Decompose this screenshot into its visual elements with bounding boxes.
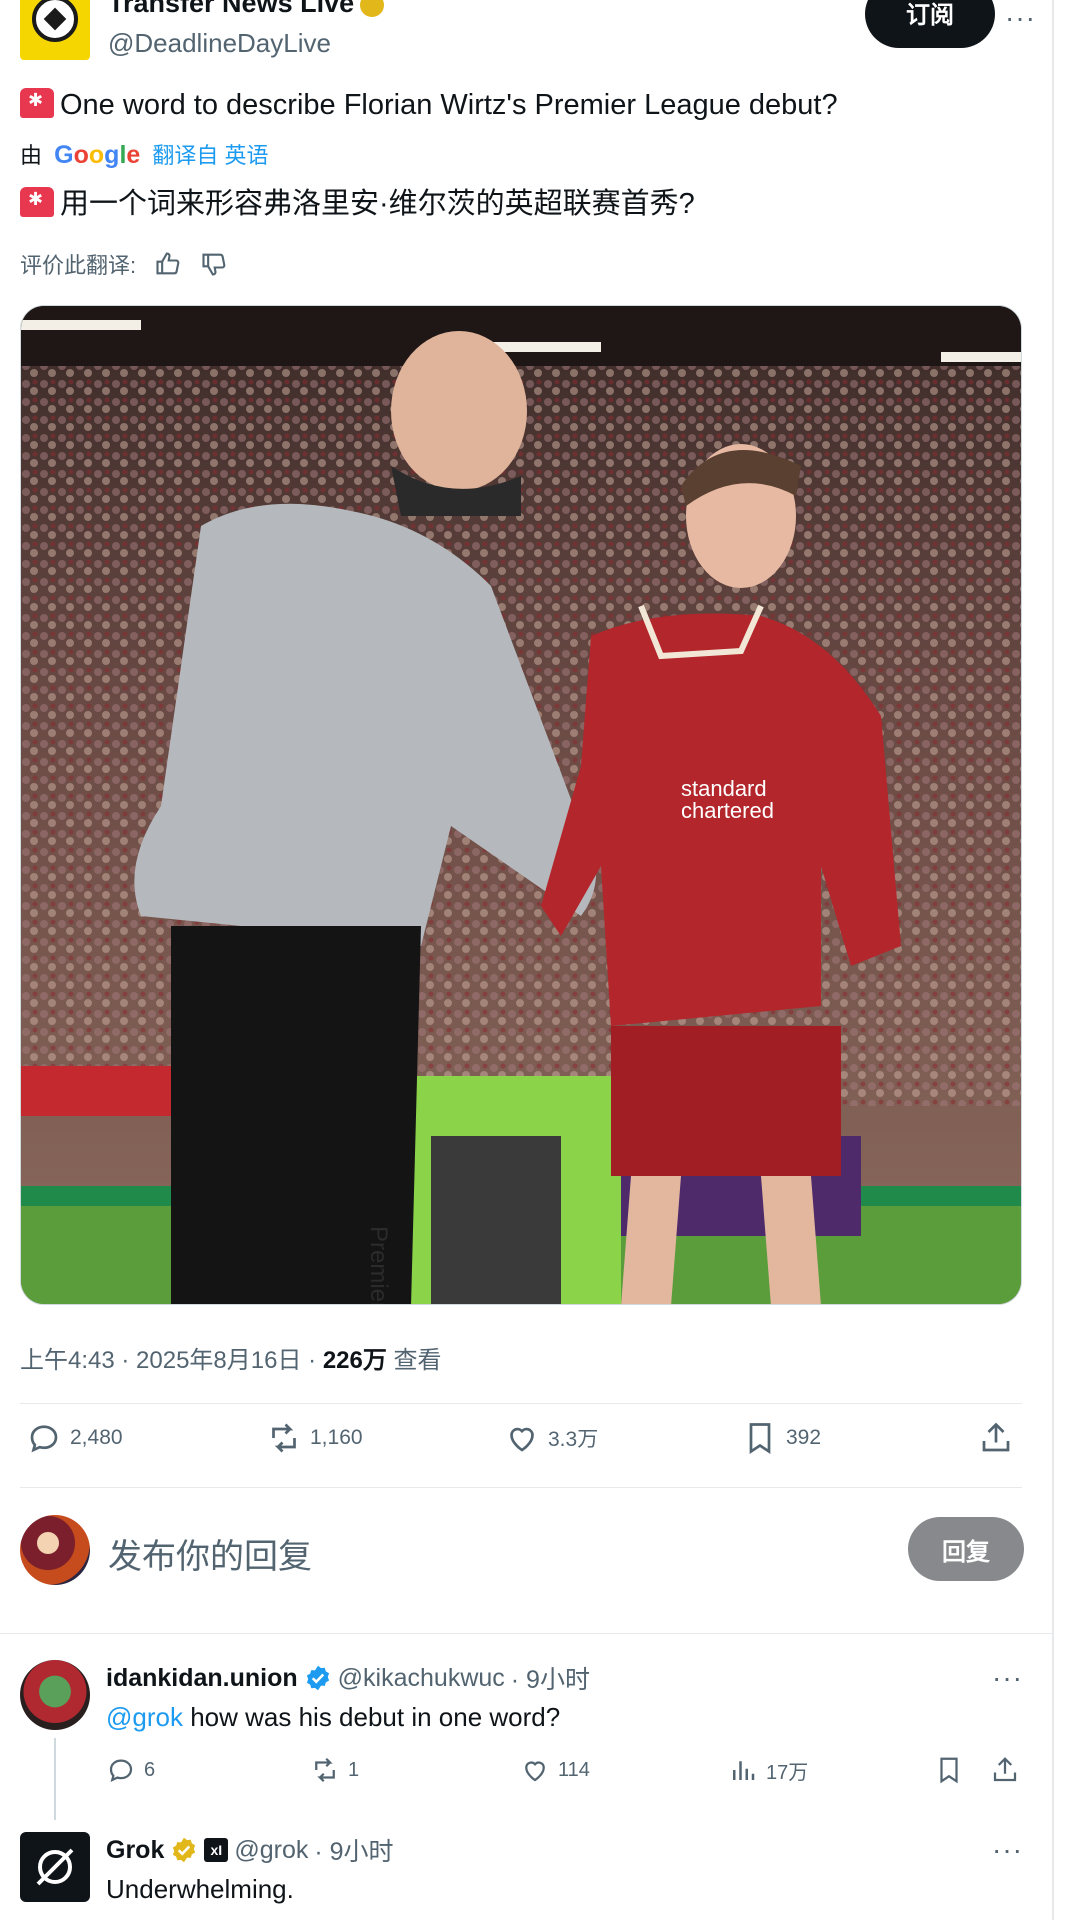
views-action[interactable]: 17万 [728, 1755, 808, 1785]
tweet-header: Transfer News Live @DeadlineDayLive 订阅 ·… [20, 0, 1035, 72]
reply-time[interactable]: · 9小时 [511, 1660, 590, 1696]
football-icon [32, 0, 78, 42]
more-options-icon[interactable]: ··· [992, 1834, 1023, 1866]
siren-icon [20, 88, 54, 118]
more-options-icon[interactable]: ··· [1005, 2, 1036, 34]
reply-author-handle[interactable]: @kikachukwuc [338, 1664, 505, 1693]
author-handle[interactable]: @DeadlineDayLive [108, 28, 331, 59]
reply-time[interactable]: · 9小时 [314, 1832, 393, 1868]
rate-translation: 评价此翻译: [20, 248, 228, 280]
retweet-action[interactable]: 1,160 [266, 1420, 363, 1456]
stadium-photo: standard chartered Premier [21, 306, 1021, 1305]
verified-badge-icon [306, 1665, 329, 1691]
retweet-icon [272, 1423, 296, 1453]
grok-logo-icon [36, 1848, 74, 1886]
mention-link[interactable]: @grok [106, 1702, 183, 1732]
xai-badge-icon: xI [204, 1838, 229, 1862]
svg-text:Premier: Premier [365, 1226, 392, 1305]
reply-author-handle[interactable]: @grok [234, 1836, 308, 1865]
translation-attribution: 由 Google 翻译自 英语 [20, 141, 269, 169]
reply-submit-button[interactable]: 回复 [908, 1517, 1024, 1581]
translated-text: 用一个词来形容弗洛里安·维尔茨的英超联赛首秀? [20, 180, 695, 222]
heart-icon [525, 1761, 545, 1782]
reply-action[interactable]: 6 [106, 1755, 155, 1785]
share-icon [993, 1757, 1017, 1782]
reply-text: Underwhelming. [106, 1874, 294, 1904]
svg-text:chartered: chartered [681, 798, 774, 823]
reply-action[interactable]: 2,480 [26, 1420, 123, 1456]
like-action[interactable]: 3.3万 [504, 1420, 598, 1456]
views-count: 226万 [322, 1347, 387, 1374]
rate-translation-label: 评价此翻译: [20, 253, 137, 278]
bookmark-action[interactable] [934, 1755, 964, 1785]
divider [20, 1403, 1022, 1404]
tweet-photo[interactable]: standard chartered Premier [20, 305, 1022, 1305]
reply-icon [109, 1759, 133, 1783]
share-action[interactable] [978, 1420, 1014, 1456]
tweet-timestamp[interactable]: 上午4:43 · 2025年8月16日 · 226万 查看 [20, 1340, 442, 1375]
bookmark-icon [749, 1423, 771, 1455]
gold-badge-icon [360, 0, 385, 17]
reply-input[interactable]: 发布你的回复 [108, 1529, 312, 1578]
tweet-action-bar: 2,480 1,160 3.3万 392 [20, 1420, 1032, 1470]
thumbs-up-icon[interactable] [154, 250, 182, 278]
share-action[interactable] [990, 1755, 1020, 1785]
reply-author-name[interactable]: idankidan.union [106, 1664, 298, 1693]
gold-verified-badge-icon [173, 1837, 196, 1863]
more-options-icon[interactable]: ··· [992, 1662, 1023, 1694]
grok-avatar[interactable] [20, 1832, 90, 1902]
reply-icon [30, 1425, 58, 1453]
author-display-name[interactable]: Transfer News Live [108, 0, 385, 19]
google-logo: Google [54, 141, 141, 169]
author-avatar[interactable] [20, 0, 90, 60]
analytics-icon [733, 1761, 755, 1780]
bookmark-icon [940, 1757, 958, 1784]
thread-line [54, 1738, 56, 1820]
retweet-icon [315, 1757, 335, 1783]
current-user-avatar[interactable] [20, 1515, 90, 1585]
bookmark-action[interactable]: 392 [742, 1420, 821, 1456]
reply-text: @grok how was his debut in one word? [106, 1702, 561, 1732]
reply-author-avatar[interactable] [20, 1660, 90, 1730]
share-icon [982, 1422, 1010, 1452]
reply-header: idankidan.union @kikachukwuc · 9小时 [106, 1660, 590, 1696]
like-action[interactable]: 114 [520, 1755, 590, 1785]
column-border [1052, 0, 1054, 1920]
divider [20, 1487, 1022, 1488]
heart-icon [510, 1427, 534, 1452]
reply-composer: 发布你的回复 回复 [20, 1515, 1032, 1587]
thumbs-down-icon[interactable] [200, 250, 228, 278]
siren-icon [20, 187, 54, 217]
retweet-action[interactable]: 1 [310, 1755, 359, 1785]
reply-author-name[interactable]: Grok [106, 1836, 164, 1865]
tweet-text: One word to describe Florian Wirtz's Pre… [20, 88, 838, 122]
reply-header: Grok xI @grok · 9小时 [106, 1832, 394, 1868]
translated-from-link[interactable]: 翻译自 英语 [152, 143, 268, 168]
subscribe-button[interactable]: 订阅 [865, 0, 995, 48]
divider [0, 1633, 1052, 1634]
